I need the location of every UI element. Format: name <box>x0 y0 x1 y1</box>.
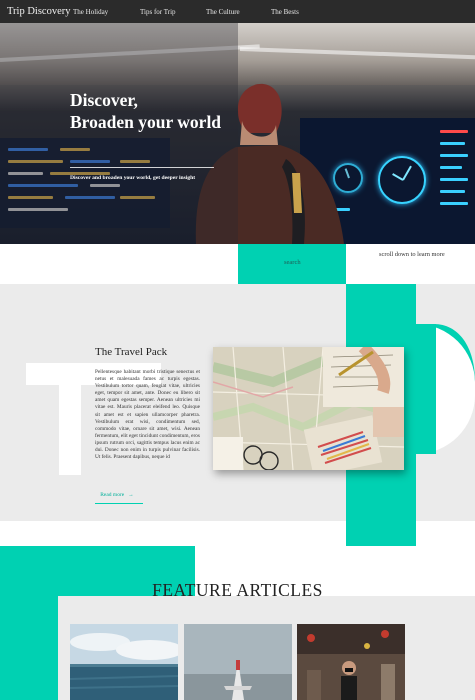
feature-articles-title: FEATURE ARTICLES <box>152 580 323 600</box>
feature-card-sea[interactable] <box>70 624 178 700</box>
feature-accent-strip <box>346 521 416 547</box>
nav-link-the-holiday[interactable]: The Holiday <box>73 8 108 16</box>
search-label[interactable]: search <box>284 259 301 266</box>
top-navigation-bar: Trip Discovery The Holiday Tips for Trip… <box>0 0 475 23</box>
nav-link-tips-for-trip[interactable]: Tips for Trip <box>140 8 176 16</box>
hero-subtitle: Discover and broaden your world, get dee… <box>70 175 196 181</box>
read-more-label[interactable]: Read more <box>100 492 124 498</box>
hero-overlay <box>0 23 238 244</box>
hero-banner-image <box>0 23 475 244</box>
clock-icon <box>378 156 426 204</box>
feature-card-plane[interactable] <box>184 624 292 700</box>
decorative-letter-p-stem <box>416 324 436 454</box>
read-more-link[interactable]: Read more → <box>95 492 143 504</box>
feature-card-street[interactable] <box>297 624 405 700</box>
nav-link-the-culture[interactable]: The Culture <box>206 8 240 16</box>
hero-divider <box>70 167 214 168</box>
travel-pack-title: The Travel Pack <box>95 346 168 358</box>
hero-title: Discover, Broaden your world <box>70 90 222 132</box>
nav-link-the-bests[interactable]: The Bests <box>271 8 299 16</box>
arrow-right-icon: → <box>128 492 134 498</box>
brand-logo-text[interactable]: Trip Discovery <box>7 6 73 17</box>
scroll-hint: scroll down to learn more <box>379 251 445 258</box>
travel-pack-body: Pellentesque habitant morbi tristique se… <box>95 369 200 461</box>
travel-map-photo <box>213 347 404 470</box>
